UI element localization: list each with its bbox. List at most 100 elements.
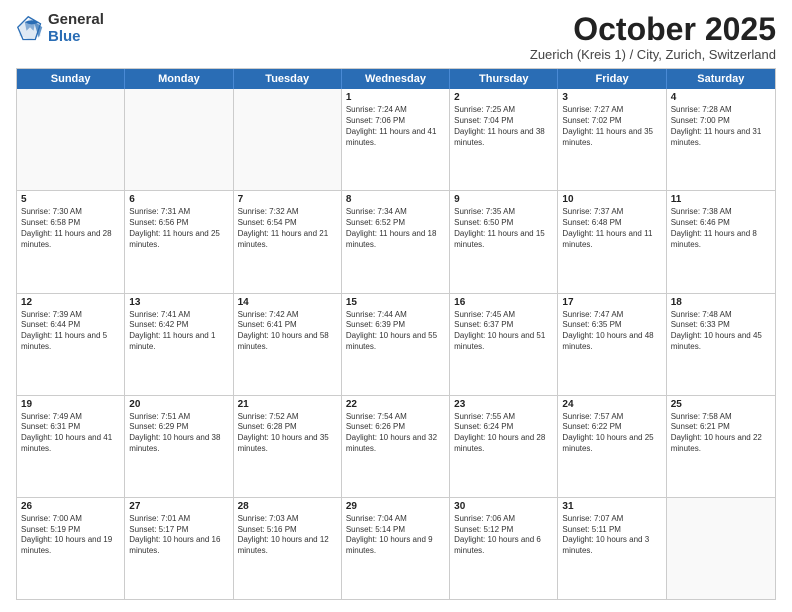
day-number: 9 <box>454 194 553 205</box>
header-day-friday: Friday <box>558 69 666 89</box>
day-number: 8 <box>346 194 445 205</box>
calendar-cell-2-6: 18 Sunrise: 7:48 AMSunset: 6:33 PMDayligh… <box>667 294 775 395</box>
calendar-body: 1 Sunrise: 7:24 AMSunset: 7:06 PMDaylight… <box>17 89 775 599</box>
calendar-cell-1-3: 8 Sunrise: 7:34 AMSunset: 6:52 PMDaylight… <box>342 191 450 292</box>
day-number: 3 <box>562 92 661 103</box>
day-number: 17 <box>562 297 661 308</box>
cell-info: Sunrise: 7:52 AMSunset: 6:28 PMDaylight:… <box>238 412 337 455</box>
calendar-cell-4-1: 27 Sunrise: 7:01 AMSunset: 5:17 PMDayligh… <box>125 498 233 599</box>
cell-info: Sunrise: 7:00 AMSunset: 5:19 PMDaylight:… <box>21 514 120 557</box>
cell-info: Sunrise: 7:31 AMSunset: 6:56 PMDaylight:… <box>129 207 228 250</box>
calendar-cell-3-1: 20Sunrise: 7:51 AMSunset: 6:29 PMDayligh… <box>125 396 233 497</box>
cell-info: Sunrise: 7:48 AMSunset: 6:33 PMDaylight:… <box>671 310 771 353</box>
cell-info: Sunrise: 7:28 AMSunset: 7:00 PMDaylight:… <box>671 105 771 148</box>
calendar-cell-2-1: 13Sunrise: 7:41 AMSunset: 6:42 PMDayligh… <box>125 294 233 395</box>
day-number: 20 <box>129 399 228 410</box>
calendar-cell-1-0: 5Sunrise: 7:30 AMSunset: 6:58 PMDaylight… <box>17 191 125 292</box>
header: General Blue October 2025 Zuerich (Kreis… <box>16 12 776 62</box>
cell-info: Sunrise: 7:01 AMSunset: 5:17 PMDaylight:… <box>129 514 228 557</box>
day-number: 27 <box>129 501 228 512</box>
cell-info: Sunrise: 7:34 AMSunset: 6:52 PMDaylight:… <box>346 207 445 250</box>
page: General Blue October 2025 Zuerich (Kreis… <box>0 0 792 612</box>
calendar-cell-0-5: 3Sunrise: 7:27 AMSunset: 7:02 PMDaylight… <box>558 89 666 190</box>
day-number: 28 <box>238 501 337 512</box>
calendar-cell-0-2 <box>234 89 342 190</box>
header-day-thursday: Thursday <box>450 69 558 89</box>
day-number: 25 <box>671 399 771 410</box>
logo-text: General Blue <box>48 12 104 45</box>
calendar-cell-3-0: 19Sunrise: 7:49 AMSunset: 6:31 PMDayligh… <box>17 396 125 497</box>
calendar-cell-1-5: 10Sunrise: 7:37 AMSunset: 6:48 PMDayligh… <box>558 191 666 292</box>
cell-info: Sunrise: 7:04 AMSunset: 5:14 PMDaylight:… <box>346 514 445 557</box>
calendar-cell-2-0: 12Sunrise: 7:39 AMSunset: 6:44 PMDayligh… <box>17 294 125 395</box>
day-number: 22 <box>346 399 445 410</box>
day-number: 14 <box>238 297 337 308</box>
header-day-monday: Monday <box>125 69 233 89</box>
calendar-cell-3-6: 25 Sunrise: 7:58 AMSunset: 6:21 PMDayligh… <box>667 396 775 497</box>
day-number: 30 <box>454 501 553 512</box>
calendar-cell-0-3: 1 Sunrise: 7:24 AMSunset: 7:06 PMDaylight… <box>342 89 450 190</box>
logo-blue-text: Blue <box>48 29 104 46</box>
calendar-cell-2-3: 15 Sunrise: 7:44 AMSunset: 6:39 PMDayligh… <box>342 294 450 395</box>
day-number: 24 <box>562 399 661 410</box>
cell-info: Sunrise: 7:30 AMSunset: 6:58 PMDaylight:… <box>21 207 120 250</box>
day-number: 19 <box>21 399 120 410</box>
cell-info: Sunrise: 7:07 AMSunset: 5:11 PMDaylight:… <box>562 514 661 557</box>
day-number: 16 <box>454 297 553 308</box>
calendar-cell-3-5: 24 Sunrise: 7:57 AMSunset: 6:22 PMDayligh… <box>558 396 666 497</box>
calendar-cell-0-4: 2Sunrise: 7:25 AMSunset: 7:04 PMDaylight… <box>450 89 558 190</box>
cell-info: Sunrise: 7:32 AMSunset: 6:54 PMDaylight:… <box>238 207 337 250</box>
day-number: 13 <box>129 297 228 308</box>
day-number: 4 <box>671 92 771 103</box>
day-number: 23 <box>454 399 553 410</box>
calendar-cell-4-5: 31 Sunrise: 7:07 AMSunset: 5:11 PMDayligh… <box>558 498 666 599</box>
cell-info: Sunrise: 7:35 AMSunset: 6:50 PMDaylight:… <box>454 207 553 250</box>
calendar-cell-0-6: 4 Sunrise: 7:28 AMSunset: 7:00 PMDaylight… <box>667 89 775 190</box>
calendar-header: SundayMondayTuesdayWednesdayThursdayFrid… <box>17 69 775 89</box>
cell-info: Sunrise: 7:45 AMSunset: 6:37 PMDaylight:… <box>454 310 553 353</box>
cell-info: Sunrise: 7:58 AMSunset: 6:21 PMDaylight:… <box>671 412 771 455</box>
header-day-wednesday: Wednesday <box>342 69 450 89</box>
calendar-cell-1-2: 7Sunrise: 7:32 AMSunset: 6:54 PMDaylight… <box>234 191 342 292</box>
logo: General Blue <box>16 12 104 45</box>
day-number: 21 <box>238 399 337 410</box>
day-number: 11 <box>671 194 771 205</box>
calendar: SundayMondayTuesdayWednesdayThursdayFrid… <box>16 68 776 600</box>
header-day-saturday: Saturday <box>667 69 775 89</box>
calendar-row-0: 1 Sunrise: 7:24 AMSunset: 7:06 PMDaylight… <box>17 89 775 190</box>
cell-info: Sunrise: 7:44 AMSunset: 6:39 PMDaylight:… <box>346 310 445 353</box>
calendar-row-1: 5Sunrise: 7:30 AMSunset: 6:58 PMDaylight… <box>17 190 775 292</box>
day-number: 29 <box>346 501 445 512</box>
cell-info: Sunrise: 7:57 AMSunset: 6:22 PMDaylight:… <box>562 412 661 455</box>
day-number: 31 <box>562 501 661 512</box>
logo-general-text: General <box>48 12 104 29</box>
title-location: Zuerich (Kreis 1) / City, Zurich, Switze… <box>530 47 776 62</box>
cell-info: Sunrise: 7:03 AMSunset: 5:16 PMDaylight:… <box>238 514 337 557</box>
cell-info: Sunrise: 7:37 AMSunset: 6:48 PMDaylight:… <box>562 207 661 250</box>
title-block: October 2025 Zuerich (Kreis 1) / City, Z… <box>530 12 776 62</box>
day-number: 1 <box>346 92 445 103</box>
day-number: 18 <box>671 297 771 308</box>
calendar-cell-1-4: 9 Sunrise: 7:35 AMSunset: 6:50 PMDaylight… <box>450 191 558 292</box>
calendar-cell-2-2: 14Sunrise: 7:42 AMSunset: 6:41 PMDayligh… <box>234 294 342 395</box>
calendar-cell-2-4: 16 Sunrise: 7:45 AMSunset: 6:37 PMDayligh… <box>450 294 558 395</box>
cell-info: Sunrise: 7:24 AMSunset: 7:06 PMDaylight:… <box>346 105 445 148</box>
calendar-cell-4-2: 28 Sunrise: 7:03 AMSunset: 5:16 PMDayligh… <box>234 498 342 599</box>
calendar-cell-4-3: 29 Sunrise: 7:04 AMSunset: 5:14 PMDayligh… <box>342 498 450 599</box>
cell-info: Sunrise: 7:39 AMSunset: 6:44 PMDaylight:… <box>21 310 120 353</box>
cell-info: Sunrise: 7:06 AMSunset: 5:12 PMDaylight:… <box>454 514 553 557</box>
day-number: 15 <box>346 297 445 308</box>
cell-info: Sunrise: 7:38 AMSunset: 6:46 PMDaylight:… <box>671 207 771 250</box>
calendar-row-3: 19Sunrise: 7:49 AMSunset: 6:31 PMDayligh… <box>17 395 775 497</box>
calendar-row-4: 26 Sunrise: 7:00 AMSunset: 5:19 PMDayligh… <box>17 497 775 599</box>
calendar-row-2: 12Sunrise: 7:39 AMSunset: 6:44 PMDayligh… <box>17 293 775 395</box>
day-number: 26 <box>21 501 120 512</box>
cell-info: Sunrise: 7:55 AMSunset: 6:24 PMDaylight:… <box>454 412 553 455</box>
calendar-cell-0-1 <box>125 89 233 190</box>
day-number: 2 <box>454 92 553 103</box>
calendar-cell-3-2: 21 Sunrise: 7:52 AMSunset: 6:28 PMDayligh… <box>234 396 342 497</box>
calendar-cell-3-4: 23 Sunrise: 7:55 AMSunset: 6:24 PMDayligh… <box>450 396 558 497</box>
day-number: 6 <box>129 194 228 205</box>
calendar-cell-4-6 <box>667 498 775 599</box>
header-day-sunday: Sunday <box>17 69 125 89</box>
